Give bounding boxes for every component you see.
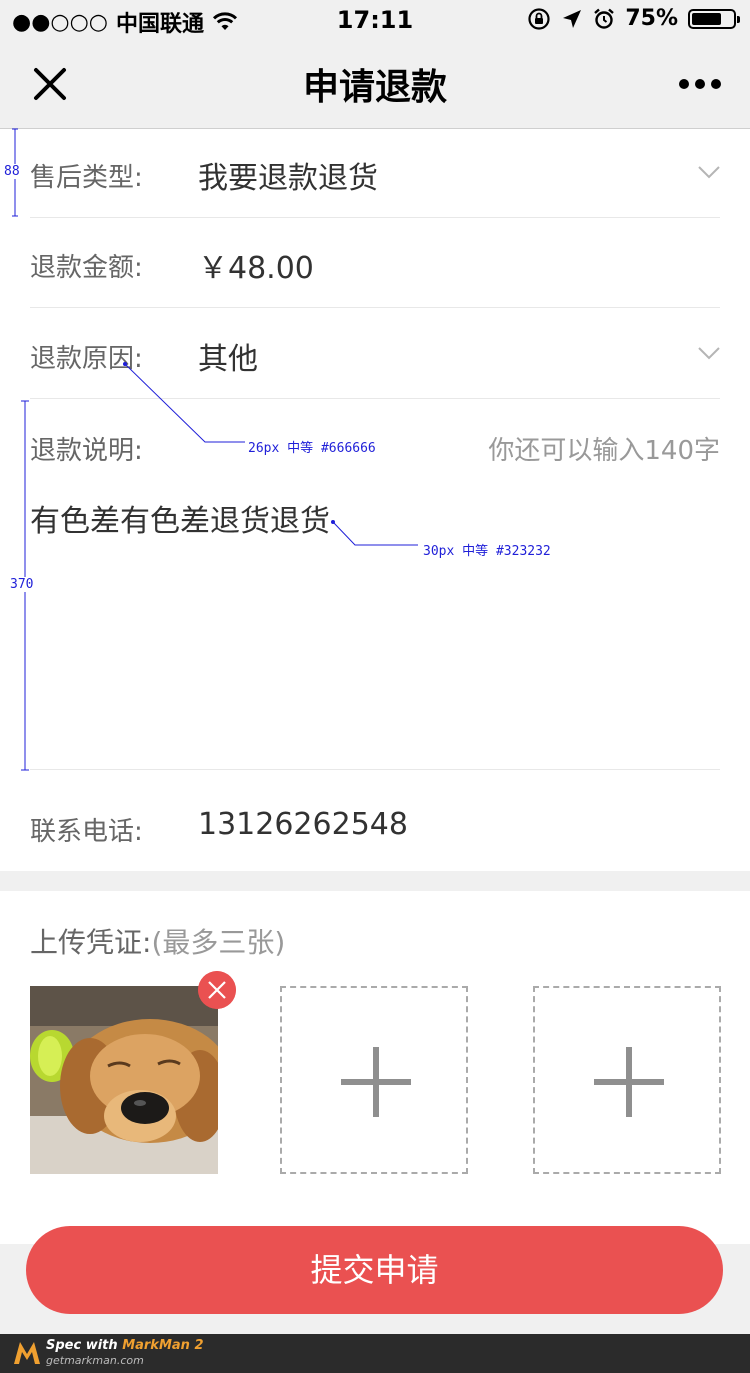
height-label-desc: 370 [10, 577, 34, 592]
refund-amount-label: 退款金额: [30, 253, 143, 283]
refund-reason-label: 退款原因: [30, 344, 143, 374]
markman-text: Spec with MarkMan 2 getmarkman.com [46, 1338, 204, 1368]
status-right: 75% [527, 6, 740, 31]
after-sale-type-label: 售后类型: [30, 163, 143, 193]
page-title: 申请退款 [302, 67, 447, 108]
refund-amount-value: ￥48.00 [198, 251, 314, 286]
refund-amount-row: 退款金额: ￥48.00 [30, 219, 720, 308]
height-label-row: 88 [4, 164, 20, 179]
markman-logo [14, 1342, 40, 1364]
close-icon[interactable] [28, 62, 72, 106]
upload-hint: (最多三张) [151, 926, 286, 959]
after-sale-type-value[interactable]: 我要退款退货 [198, 153, 378, 197]
upload-section: 上传凭证:(最多三张) [0, 891, 750, 1244]
battery-icon [688, 8, 740, 29]
plus-icon [594, 1047, 664, 1117]
phone-label: 联系电话: [30, 817, 143, 847]
footer-prefix: Spec with [46, 1338, 123, 1353]
phone-row[interactable]: 联系电话: 13126262548 [30, 769, 720, 871]
status-bar: ●●○○○ 中国联通 17:11 75% [0, 0, 750, 40]
battery-percent: 75% [625, 6, 678, 31]
footer-brand: MarkMan 2 [122, 1338, 204, 1353]
chevron-down-icon[interactable] [698, 161, 720, 183]
footer-url: getmarkman.com [46, 1354, 144, 1367]
upload-label: 上传凭证: [30, 926, 152, 959]
puppy-image [30, 986, 218, 1174]
submit-button[interactable]: 提交申请 [26, 1226, 723, 1314]
refund-reason-value[interactable]: 其他 [198, 334, 258, 378]
uploaded-photo[interactable] [30, 986, 218, 1174]
text-font-spec: 30px 中等 #323232 [423, 544, 551, 559]
upload-title: 上传凭证:(最多三张) [30, 921, 285, 961]
add-photo-slot[interactable] [280, 986, 468, 1174]
label-font-spec: 26px 中等 #666666 [248, 441, 376, 456]
nav-bar: 申请退款 [0, 40, 750, 129]
refund-description-label: 退款说明: [30, 436, 143, 466]
phone-input[interactable]: 13126262548 [198, 807, 408, 842]
char-counter: 你还可以输入140字 [488, 436, 720, 466]
refund-reason-row[interactable]: 退款原因: 其他 [30, 310, 720, 399]
after-sale-type-row[interactable]: 售后类型: 我要退款退货 [30, 129, 720, 218]
refund-form: 售后类型: 我要退款退货 退款金额: ￥48.00 退款原因: 其他 退款说明:… [0, 129, 750, 871]
refund-description-textarea[interactable]: 有色差有色差退货退货 [30, 496, 330, 540]
battery-level [692, 12, 721, 25]
rotation-lock-icon [528, 7, 550, 30]
plus-icon [341, 1047, 411, 1117]
markman-footer: Spec with MarkMan 2 getmarkman.com [0, 1334, 750, 1373]
add-photo-slot[interactable] [533, 986, 721, 1174]
location-arrow-icon [563, 9, 582, 28]
delete-photo-icon[interactable] [198, 971, 236, 1009]
more-options-icon[interactable] [678, 72, 722, 96]
chevron-down-icon[interactable] [698, 342, 720, 364]
alarm-icon [594, 8, 615, 29]
